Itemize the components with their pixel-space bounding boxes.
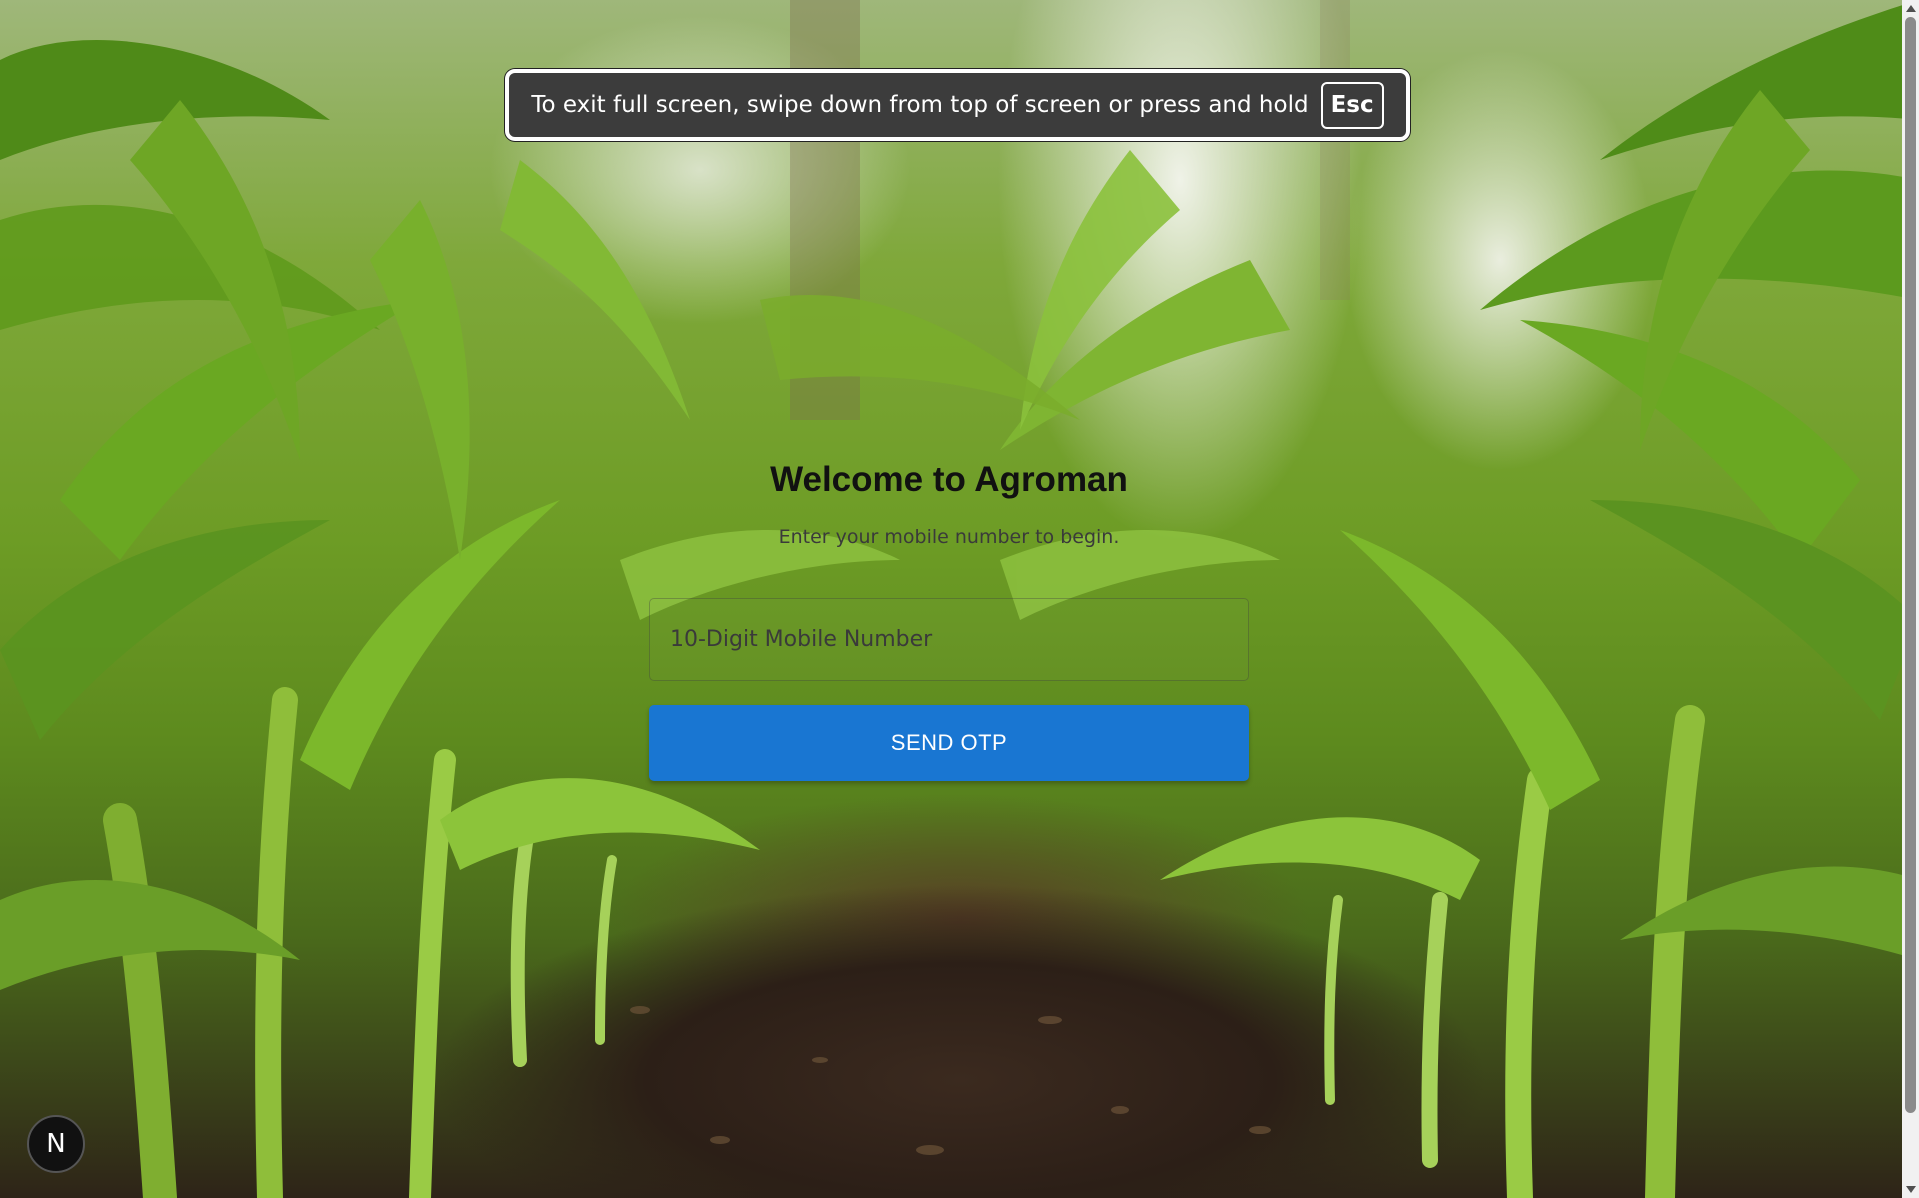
fullscreen-exit-notice: To exit full screen, swipe down from top… bbox=[505, 69, 1410, 141]
scroll-up-arrow-icon[interactable] bbox=[1906, 5, 1916, 12]
send-otp-button[interactable]: SEND OTP bbox=[649, 705, 1249, 781]
esc-key-hint: Esc bbox=[1320, 81, 1384, 129]
fullscreen-notice-message: To exit full screen, swipe down from top… bbox=[531, 92, 1309, 118]
mobile-number-input[interactable] bbox=[649, 598, 1249, 681]
scrollbar-thumb[interactable] bbox=[1905, 17, 1916, 1113]
dev-badge-letter: N bbox=[46, 1129, 66, 1159]
login-panel: Welcome to Agroman Enter your mobile num… bbox=[649, 460, 1249, 781]
login-subtitle: Enter your mobile number to begin. bbox=[778, 526, 1120, 548]
page-title: Welcome to Agroman bbox=[770, 460, 1128, 499]
vertical-scrollbar[interactable] bbox=[1902, 0, 1919, 1198]
page-viewport: To exit full screen, swipe down from top… bbox=[0, 0, 1919, 1198]
scroll-down-arrow-icon[interactable] bbox=[1906, 1186, 1916, 1193]
nextjs-logo-icon[interactable]: N bbox=[27, 1115, 85, 1173]
